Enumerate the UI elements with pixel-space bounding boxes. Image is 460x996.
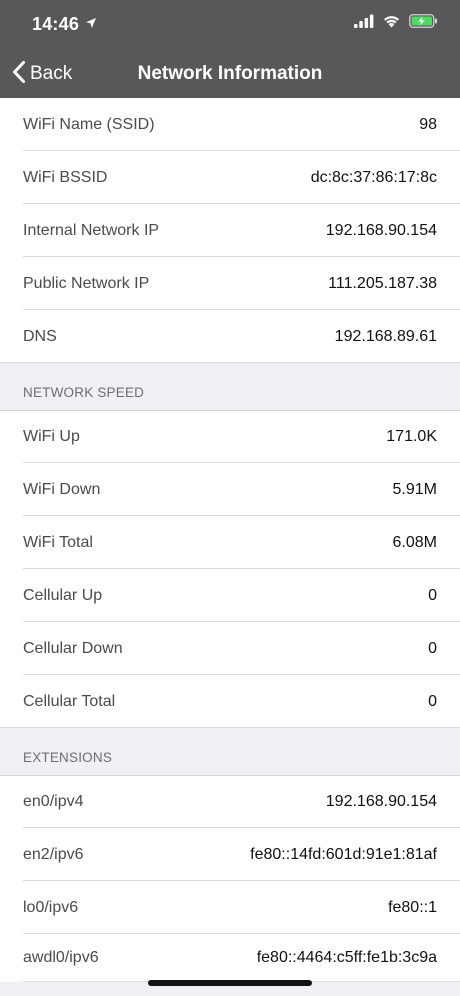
- table-row: WiFi Total 6.08M: [0, 516, 460, 569]
- network-info-list: WiFi Name (SSID) 98 WiFi BSSID dc:8c:37:…: [0, 98, 460, 982]
- row-value: dc:8c:37:86:17:8c: [310, 168, 437, 186]
- cellular-signal-icon: [354, 14, 374, 33]
- table-row: Internal Network IP 192.168.90.154: [0, 204, 460, 257]
- row-label: Cellular Total: [23, 692, 116, 710]
- table-row: Public Network IP 111.205.187.38: [0, 257, 460, 310]
- row-value: fe80::1: [388, 898, 437, 916]
- row-value: 0: [428, 586, 437, 604]
- row-label: WiFi BSSID: [23, 168, 108, 186]
- table-row: DNS 192.168.89.61: [0, 310, 460, 363]
- section-header-extensions: EXTENSIONS: [23, 750, 113, 765]
- table-row: en0/ipv4 192.168.90.154: [0, 775, 460, 828]
- row-label: WiFi Name (SSID): [23, 115, 155, 133]
- back-label: Back: [30, 63, 73, 84]
- table-row: WiFi Down 5.91M: [0, 463, 460, 516]
- row-value: 6.08M: [392, 533, 437, 551]
- table-row: Cellular Down 0: [0, 622, 460, 675]
- back-button[interactable]: Back: [12, 50, 72, 98]
- row-value: 192.168.90.154: [325, 793, 437, 810]
- table-row: WiFi Up 171.0K: [0, 410, 460, 463]
- status-time: 14:46: [32, 14, 80, 34]
- row-label: WiFi Up: [23, 428, 80, 445]
- wifi-icon: [382, 14, 401, 33]
- row-label: en2/ipv6: [23, 845, 84, 863]
- table-row: en2/ipv6 fe80::14fd:601d:91e1:81af: [0, 828, 460, 881]
- table-row: WiFi BSSID dc:8c:37:86:17:8c: [0, 151, 460, 204]
- status-bar: 14:46: [0, 0, 460, 50]
- table-row: lo0/ipv6 fe80::1: [0, 881, 460, 934]
- row-value: 98: [419, 115, 437, 133]
- row-label: WiFi Total: [23, 533, 93, 551]
- row-value: 192.168.89.61: [334, 327, 437, 345]
- row-label: Internal Network IP: [23, 221, 160, 239]
- row-label: DNS: [23, 327, 57, 345]
- top-bar: 14:46 Network Information Back: [0, 0, 460, 98]
- table-row: WiFi Name (SSID) 98: [0, 98, 460, 151]
- battery-charging-icon: [409, 14, 438, 33]
- row-value: 0: [428, 692, 437, 710]
- status-icons: [354, 14, 438, 33]
- row-value: fe80::4464:c5ff:fe1b:3c9a: [256, 949, 437, 966]
- row-value: 192.168.90.154: [325, 221, 437, 239]
- time-group: 14:46: [32, 14, 97, 35]
- home-indicator[interactable]: [148, 980, 312, 986]
- table-row: Cellular Up 0: [0, 569, 460, 622]
- table-row: awdl0/ipv6 fe80::4464:c5ff:fe1b:3c9a: [0, 934, 460, 982]
- row-value: 0: [428, 639, 437, 657]
- row-label: Public Network IP: [23, 274, 150, 292]
- row-label: Cellular Down: [23, 639, 123, 657]
- row-value: 5.91M: [392, 480, 437, 498]
- row-label: lo0/ipv6: [23, 898, 79, 916]
- navigation-bar: Network Information Back: [0, 50, 460, 98]
- section-header-network-speed: NETWORK SPEED: [23, 385, 145, 400]
- row-value: 111.205.187.38: [328, 274, 437, 292]
- location-arrow-icon: [85, 16, 97, 34]
- row-value: fe80::14fd:601d:91e1:81af: [250, 845, 437, 863]
- row-label: WiFi Down: [23, 480, 101, 498]
- table-row: Cellular Total 0: [0, 675, 460, 728]
- chevron-left-icon: [12, 60, 26, 89]
- row-label: en0/ipv4: [23, 793, 84, 810]
- row-label: Cellular Up: [23, 586, 103, 604]
- row-value: 171.0K: [386, 428, 437, 445]
- row-label: awdl0/ipv6: [23, 949, 99, 966]
